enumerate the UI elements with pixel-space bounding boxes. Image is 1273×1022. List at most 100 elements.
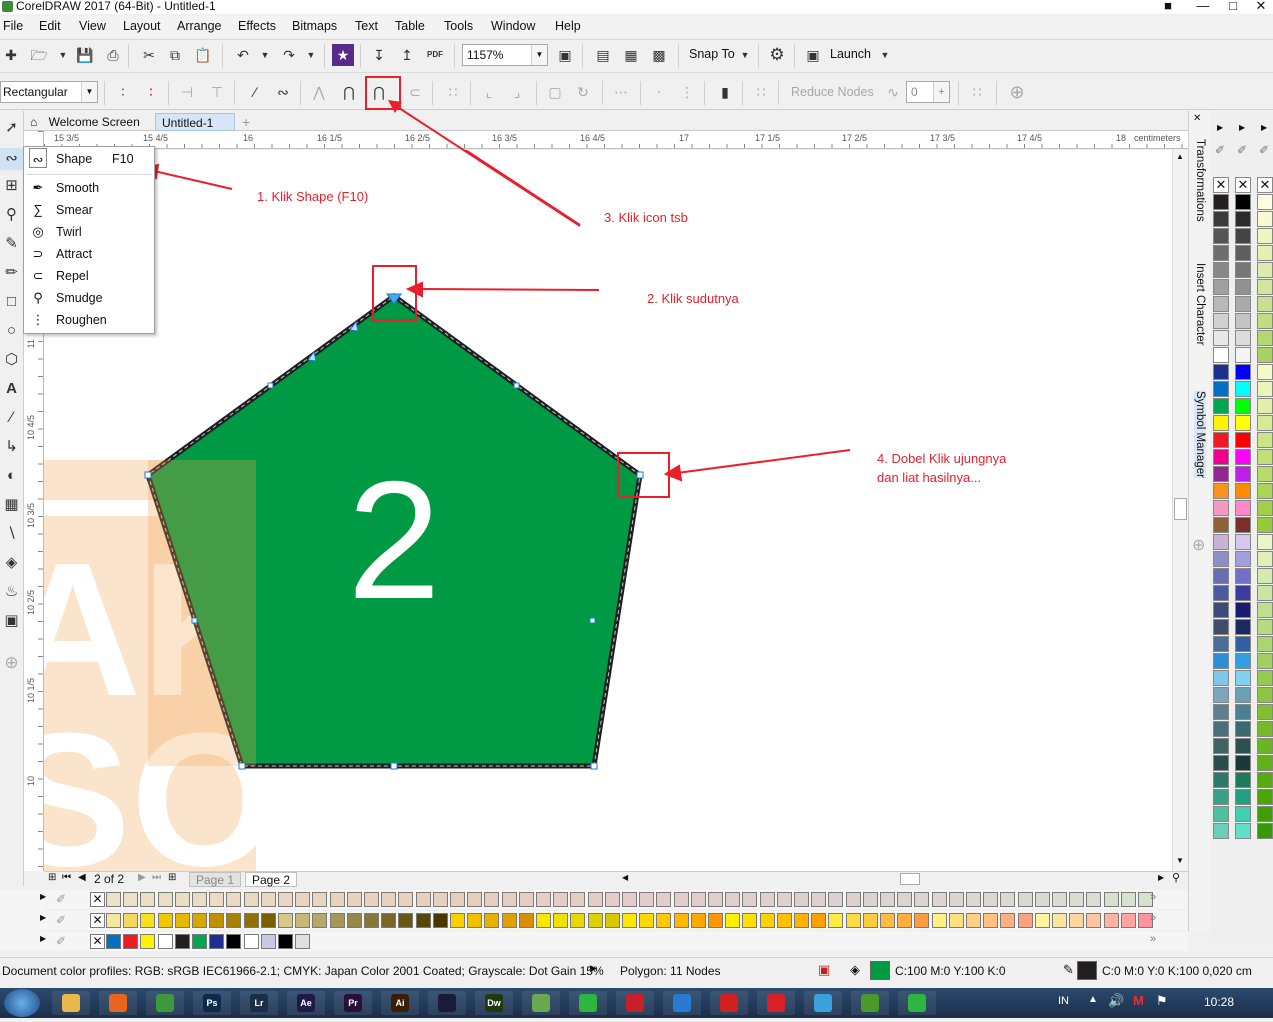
palette-swatch[interactable] [1235,585,1251,601]
vertical-scrollbar[interactable]: ▲ ▼ [1172,150,1188,871]
flyout-item-twirl[interactable]: ◎ Twirl [24,221,154,243]
pick-tool-icon[interactable]: ➚ [0,117,23,139]
palette-swatch[interactable] [1213,670,1229,686]
palette-swatch[interactable] [690,913,706,928]
palette-swatch[interactable] [639,892,655,907]
docker-tab-transformations[interactable]: Transformations [1194,139,1206,222]
eyedropper-tool-icon[interactable]: ∖ [0,523,23,545]
transparency-tool-icon[interactable]: ▦ [0,494,23,516]
palette-swatch[interactable] [1257,585,1273,601]
palette-swatch[interactable] [656,892,672,907]
menu-help[interactable]: Help [555,19,581,33]
palette-swatch[interactable] [914,892,930,907]
palette-swatch[interactable] [1213,585,1229,601]
palette-swatch[interactable] [622,913,637,928]
cusp-node-icon[interactable]: ⋀ [308,81,330,103]
drop-shadow-tool-icon[interactable]: ◐ [0,465,23,487]
full-screen-icon[interactable]: ▣ [554,44,576,66]
add-page-icon[interactable]: ⊞ [48,872,56,883]
smooth-node-icon[interactable]: ⋂ [338,81,360,103]
break-curve-icon[interactable]: ⊤ [206,81,228,103]
interactive-fill-tool-icon[interactable]: ◈ [0,552,23,574]
palette-swatch[interactable] [1213,823,1229,839]
palette-swatch[interactable] [983,892,999,907]
palette-more-icon[interactable]: » [1150,933,1156,945]
menu-tools[interactable]: Tools [444,19,473,33]
menu-file[interactable]: File [3,19,23,33]
palette-swatch[interactable] [914,913,930,928]
delete-nodes-icon[interactable]: ∶ [140,81,162,103]
palette-swatch[interactable] [1235,262,1251,278]
palette-swatch[interactable] [501,892,517,907]
palette-swatch[interactable] [1213,415,1229,431]
flyout-item-roughen[interactable]: ⋮ Roughen [24,309,154,331]
palette-swatch[interactable] [1257,466,1273,482]
palette-swatch[interactable] [174,913,190,928]
menu-table[interactable]: Table [395,19,425,33]
palette-swatch[interactable] [278,934,293,949]
palette-swatch[interactable] [828,913,844,928]
palette-swatch[interactable] [140,913,156,928]
copy-icon[interactable]: ⧉ [164,44,186,66]
new-tab-plus-icon[interactable]: + [236,113,256,131]
palette-swatch[interactable] [1257,262,1273,278]
palette-swatch[interactable] [1213,789,1229,805]
illustrator-icon[interactable]: Ai [381,991,419,1015]
palette-swatch[interactable] [1213,330,1229,346]
ellipse-tool-icon[interactable]: ○ [0,320,23,342]
undo-dropdown-icon[interactable]: ▼ [254,44,276,66]
palette-swatch[interactable] [1213,534,1229,550]
coreldraw-icon[interactable] [522,991,560,1015]
palette-swatch[interactable] [1235,823,1251,839]
palette-swatch[interactable] [192,934,207,949]
scroll-down-icon[interactable]: ▼ [1176,856,1184,865]
palette-swatch[interactable] [862,892,878,907]
palette-swatch[interactable] [140,934,156,949]
palette-swatch[interactable] [708,913,723,928]
palette-swatch[interactable] [570,892,586,907]
palette-swatch[interactable] [278,913,293,928]
palette-swatch[interactable] [1213,551,1229,567]
palette-swatch[interactable] [1103,913,1119,928]
palette-swatch[interactable] [1235,806,1251,822]
palette-swatch[interactable] [1235,704,1251,720]
new-document-icon[interactable]: ✚ [0,44,22,66]
open-dropdown-icon[interactable]: ▼ [52,44,74,66]
palette-swatch[interactable] [364,913,379,928]
shape-tool-icon[interactable]: ∾ [0,148,23,170]
palette-swatch[interactable] [897,913,913,928]
palette-swatch[interactable] [862,913,878,928]
palette-swatch[interactable] [295,913,311,928]
palette-swatch[interactable] [226,892,242,907]
palette-swatch[interactable] [1235,738,1251,754]
record-icon[interactable] [710,991,748,1015]
palette-swatch[interactable] [690,892,706,907]
palette-expand-icon[interactable]: ▶ [40,892,46,901]
horizontal-ruler[interactable]: 15 3/5 15 4/5 16 16 1/5 16 2/5 16 3/5 16… [44,131,1188,149]
pentagon-polygon[interactable]: 2 [145,292,643,769]
palette-swatch[interactable] [1257,789,1273,805]
app-green-icon[interactable] [851,991,889,1015]
flyout-item-smear[interactable]: ∑ Smear [24,199,154,221]
outline-color-swatch[interactable] [1077,961,1097,980]
minimize-button[interactable]: — [1188,0,1218,14]
scroll-thumb[interactable] [1174,498,1187,520]
action-center-flag-icon[interactable]: ⚑ [1156,993,1168,1009]
convert-to-line-icon[interactable]: ∕ [244,81,266,103]
palette-swatch[interactable] [553,892,569,907]
acrobat-icon[interactable] [616,991,654,1015]
no-color-swatch[interactable]: ✕ [1213,177,1229,193]
palette-swatch[interactable] [1052,913,1067,928]
palette-swatch[interactable] [948,913,964,928]
whatsapp-2-icon[interactable] [898,991,936,1015]
palette-swatch[interactable] [1235,636,1251,652]
palette-swatch[interactable] [484,913,500,928]
palette-swatch[interactable] [1257,381,1273,397]
firefox-icon[interactable] [99,991,137,1015]
palette-swatch[interactable] [966,913,981,928]
palette-swatch[interactable] [1213,228,1229,244]
palette-swatch[interactable] [1213,296,1229,312]
palette-swatch[interactable] [1257,296,1273,312]
palette-swatch[interactable] [1235,245,1251,261]
first-page-icon[interactable]: ⏮ [62,872,71,883]
